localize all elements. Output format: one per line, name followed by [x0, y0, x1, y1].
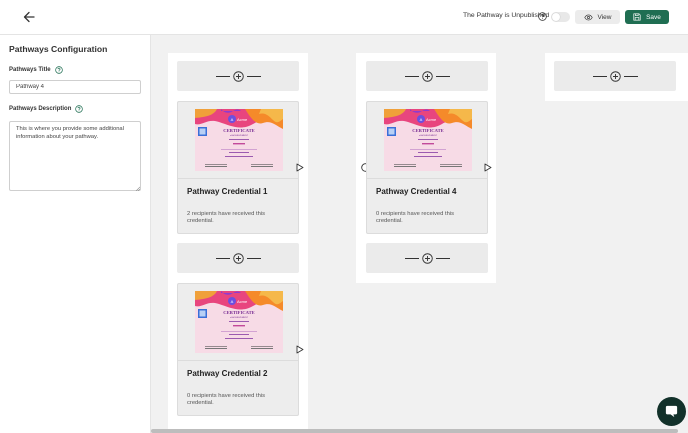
plus-circle-icon — [421, 70, 433, 82]
connector-line — [246, 257, 261, 259]
certificate-logo-text: Acme — [237, 117, 248, 122]
credential-card[interactable]: A Acme CERTIFICATE of ACHIEVEMENT Pathwa… — [177, 283, 299, 416]
pathway-canvas: A Acme CERTIFICATE of ACHIEVEMENT Pathwa… — [151, 35, 688, 433]
credential-description: 2 recipients have received this credenti… — [187, 211, 265, 225]
play-triangle-icon[interactable] — [296, 345, 304, 354]
add-credential-slot[interactable] — [177, 61, 299, 91]
floppy-disk-icon — [633, 13, 641, 21]
certificate-thumbnail: A Acme CERTIFICATE of ACHIEVEMENT — [384, 109, 472, 171]
top-bar: The Pathway is Unpublished View Save — [0, 0, 688, 35]
plus-circle-icon — [609, 70, 621, 82]
help-icon[interactable] — [75, 105, 84, 113]
pathway-description-label: Pathways Description — [9, 106, 72, 112]
credential-title: Pathway Credential 4 — [376, 187, 457, 196]
pathway-description-textarea[interactable]: This is where you provide some additiona… — [9, 121, 141, 191]
card-divider — [178, 360, 298, 361]
play-triangle-icon[interactable] — [296, 163, 304, 172]
card-divider — [178, 178, 298, 179]
credential-title: Pathway Credential 1 — [187, 187, 268, 196]
panel-title: Pathways Configuration — [9, 44, 108, 54]
connector-line — [435, 75, 450, 77]
connector-line — [435, 257, 450, 259]
horizontal-scrollbar[interactable] — [151, 429, 678, 433]
plus-circle-icon — [421, 252, 433, 264]
credential-description: 0 recipients have received this credenti… — [376, 211, 454, 225]
connector-line — [404, 75, 419, 77]
publish-toggle[interactable] — [551, 12, 570, 22]
svg-text:A: A — [231, 117, 234, 122]
certificate-thumbnail: A Acme CERTIFICATE of ACHIEVEMENT — [195, 291, 283, 353]
pathway-title-input[interactable] — [9, 80, 141, 94]
connector-line — [404, 257, 419, 259]
add-credential-slot[interactable] — [366, 61, 488, 91]
credential-card[interactable]: A Acme CERTIFICATE of ACHIEVEMENT Pathwa… — [366, 101, 488, 234]
certificate-subheading: of ACHIEVEMENT — [230, 316, 249, 319]
publish-status-text: The Pathway is Unpublished — [463, 12, 550, 19]
play-triangle-icon[interactable] — [484, 163, 492, 172]
resize-grip-icon[interactable] — [135, 186, 140, 191]
certificate-heading: CERTIFICATE — [223, 310, 254, 315]
certificate-heading: CERTIFICATE — [412, 128, 443, 133]
certificate-thumbnail: A Acme CERTIFICATE of ACHIEVEMENT — [195, 109, 283, 171]
certificate-logo-text: Acme — [237, 299, 248, 304]
connector-line — [215, 257, 230, 259]
save-button[interactable]: Save — [625, 10, 669, 24]
pathway-description-label-row: Pathways Description — [9, 105, 84, 113]
certificate-subheading: of ACHIEVEMENT — [419, 134, 438, 137]
card-divider — [367, 178, 487, 179]
question-circle-icon[interactable] — [538, 12, 547, 21]
certificate-subheading: of ACHIEVEMENT — [230, 134, 249, 137]
credential-card[interactable]: A Acme CERTIFICATE of ACHIEVEMENT Pathwa… — [177, 101, 299, 234]
eye-icon — [583, 14, 593, 20]
certificate-logo-text: Acme — [426, 117, 437, 122]
pathway-title-label-row: Pathways Title — [9, 66, 63, 74]
add-credential-slot[interactable] — [554, 61, 676, 91]
connector-line — [592, 75, 607, 77]
view-button[interactable]: View — [575, 10, 620, 24]
connector-line — [215, 75, 230, 77]
certificate-heading: CERTIFICATE — [223, 128, 254, 133]
connector-line — [246, 75, 261, 77]
svg-text:A: A — [420, 117, 423, 122]
credential-title: Pathway Credential 2 — [187, 369, 268, 378]
chat-widget-button[interactable] — [657, 397, 686, 426]
toggle-knob — [552, 13, 560, 21]
pathway-title-label: Pathways Title — [9, 67, 51, 73]
chat-bubble-icon — [665, 405, 678, 418]
view-button-label: View — [597, 13, 612, 21]
add-credential-slot[interactable] — [366, 243, 488, 273]
help-icon[interactable] — [54, 66, 63, 74]
connector-line — [623, 75, 638, 77]
svg-text:A: A — [231, 299, 234, 304]
plus-circle-icon — [232, 252, 244, 264]
plus-circle-icon — [232, 70, 244, 82]
credential-description: 0 recipients have received this credenti… — [187, 393, 265, 407]
add-credential-slot[interactable] — [177, 243, 299, 273]
configuration-panel: Pathways Configuration Pathways Title Pa… — [0, 35, 151, 433]
back-arrow-icon[interactable] — [22, 10, 36, 24]
save-button-label: Save — [646, 13, 661, 21]
